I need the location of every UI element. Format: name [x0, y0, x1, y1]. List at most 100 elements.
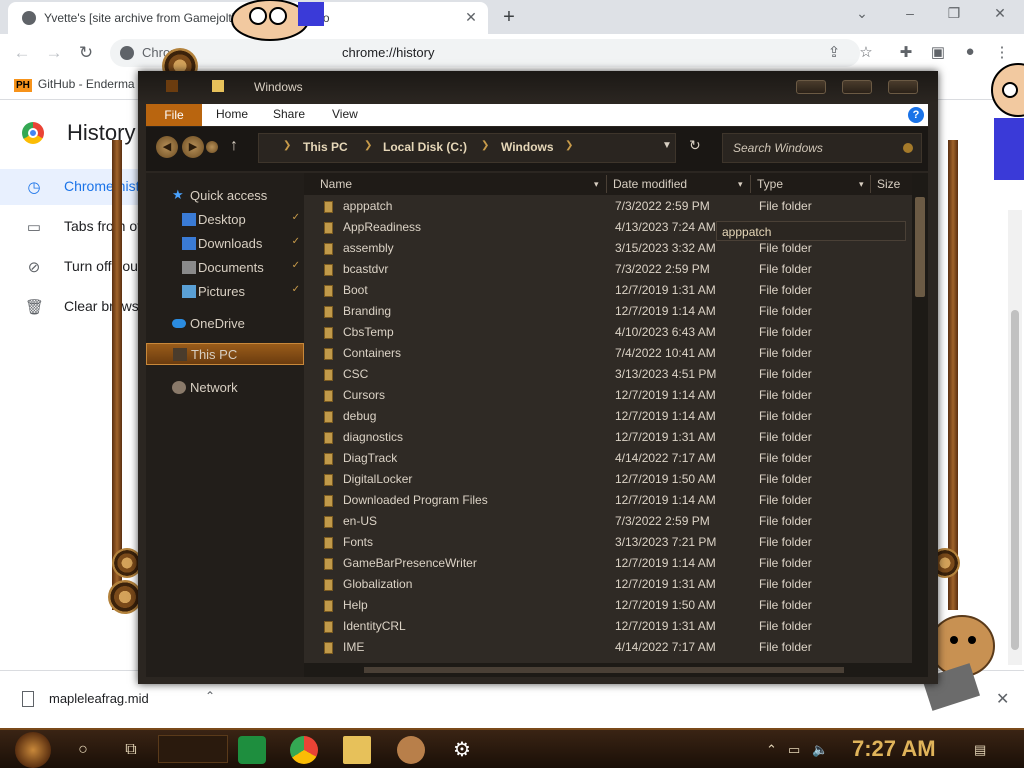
- share-icon[interactable]: ⇪: [824, 43, 844, 61]
- tab-share[interactable]: Share: [273, 107, 305, 121]
- file-row[interactable]: IME 4/14/2022 7:17 AM File folder: [304, 637, 912, 658]
- column-name-filter-icon[interactable]: ▾: [594, 179, 599, 190]
- file-explorer-icon[interactable]: [343, 736, 371, 764]
- refresh-icon[interactable]: ↻: [689, 137, 701, 154]
- tab-home[interactable]: Home: [216, 107, 248, 121]
- chevron-icon[interactable]: ⌃: [766, 742, 777, 758]
- file-row[interactable]: diagnostics 12/7/2019 1:31 AM File folder: [304, 427, 912, 448]
- up-button[interactable]: ↑: [230, 137, 238, 155]
- sidepanel-icon[interactable]: ▣: [928, 43, 948, 61]
- file-row[interactable]: CSC 3/13/2023 4:51 PM File folder: [304, 364, 912, 385]
- start-button[interactable]: [15, 732, 51, 768]
- chrome-icon[interactable]: [290, 736, 318, 764]
- nav-downloads[interactable]: Downloads ✓: [146, 233, 304, 255]
- reload-button[interactable]: ↻: [74, 42, 98, 64]
- network-icon[interactable]: ▭: [788, 742, 800, 758]
- nav-documents[interactable]: Documents ✓: [146, 257, 304, 279]
- file-row[interactable]: Fonts 3/13/2023 7:21 PM File folder: [304, 532, 912, 553]
- file-row[interactable]: en-US 7/3/2022 2:59 PM File folder: [304, 511, 912, 532]
- file-row[interactable]: assembly 3/15/2023 3:32 AM File folder: [304, 238, 912, 259]
- column-size[interactable]: Size: [877, 177, 900, 191]
- column-type-filter-icon[interactable]: ▾: [859, 179, 864, 190]
- nav-desktop[interactable]: Desktop ✓: [146, 209, 304, 231]
- taskbar-clock[interactable]: 7:27 AM: [852, 736, 936, 762]
- file-row[interactable]: debug 12/7/2019 1:14 AM File folder: [304, 406, 912, 427]
- file-row[interactable]: DigitalLocker 12/7/2019 1:50 AM File folde…: [304, 469, 912, 490]
- minimize-button[interactable]: –: [898, 5, 922, 21]
- close-window-button[interactable]: ✕: [988, 5, 1012, 22]
- column-divider[interactable]: [870, 175, 871, 193]
- back-button[interactable]: ◀: [156, 136, 178, 158]
- column-name[interactable]: Name: [320, 177, 352, 191]
- back-button[interactable]: ←: [10, 42, 34, 64]
- file-row[interactable]: bcastdvr 7/3/2022 2:59 PM File folder: [304, 259, 912, 280]
- column-type[interactable]: Type: [757, 177, 783, 191]
- page-scrollbar[interactable]: [1008, 210, 1022, 665]
- new-tab-button[interactable]: +: [498, 6, 520, 28]
- search-icon[interactable]: [903, 143, 913, 153]
- breadcrumb-local-disk[interactable]: Local Disk (C:): [383, 140, 467, 154]
- nav-this-pc[interactable]: This PC: [146, 343, 304, 365]
- address-history-dropdown-icon[interactable]: ▼: [662, 140, 672, 151]
- recent-locations-icon[interactable]: [206, 141, 218, 153]
- tab-search-icon[interactable]: ⌄: [850, 5, 874, 22]
- file-row[interactable]: Help 12/7/2019 1:50 AM File folder: [304, 595, 912, 616]
- scrollbar-thumb[interactable]: [915, 197, 925, 297]
- explorer-titlebar[interactable]: Windows: [138, 71, 938, 103]
- volume-muted-icon[interactable]: 🔈: [812, 742, 828, 758]
- extensions-icon[interactable]: ✚: [896, 43, 916, 61]
- file-row[interactable]: Containers 7/4/2022 10:41 AM File folder: [304, 343, 912, 364]
- nav-onedrive[interactable]: OneDrive: [146, 313, 304, 335]
- forward-button[interactable]: ▶: [182, 136, 204, 158]
- breadcrumb[interactable]: ❯ This PC ❯ Local Disk (C:) ❯ Windows ❯: [258, 133, 676, 163]
- task-view-icon[interactable]: ⧉: [118, 738, 144, 762]
- cortana-icon[interactable]: ○: [70, 738, 96, 762]
- star-icon[interactable]: ☆: [856, 43, 876, 61]
- file-row[interactable]: DiagTrack 4/14/2022 7:17 AM File folder: [304, 448, 912, 469]
- tab-close-icon[interactable]: ✕: [462, 8, 480, 26]
- quick-access-toolbar-icon[interactable]: [166, 80, 178, 92]
- column-date-modified[interactable]: Date modified: [613, 177, 687, 191]
- file-row[interactable]: Cursors 12/7/2019 1:14 AM File folder: [304, 385, 912, 406]
- file-row[interactable]: GameBarPresenceWriter 12/7/2019 1:14 AM Fi…: [304, 553, 912, 574]
- maximize-button[interactable]: [842, 80, 872, 94]
- nav-network[interactable]: Network: [146, 377, 304, 399]
- taskbar-search-box[interactable]: [158, 735, 228, 763]
- column-date-filter-icon[interactable]: ▾: [738, 179, 743, 190]
- file-list-vertical-scrollbar[interactable]: [912, 173, 928, 677]
- help-icon[interactable]: ?: [908, 107, 924, 123]
- nav-quick-access[interactable]: ★ Quick access: [146, 185, 304, 207]
- breadcrumb-windows[interactable]: Windows: [501, 140, 554, 154]
- pet-app-icon[interactable]: [397, 736, 425, 764]
- column-divider[interactable]: [606, 175, 607, 193]
- profile-icon[interactable]: ●: [960, 43, 980, 60]
- bookmark-github[interactable]: PH GitHub - Enderma: [14, 77, 135, 92]
- column-divider[interactable]: [750, 175, 751, 193]
- download-options-icon[interactable]: ⌃: [205, 689, 215, 703]
- file-row[interactable]: IdentityCRL 12/7/2019 1:31 AM File folder: [304, 616, 912, 637]
- file-row[interactable]: Globalization 12/7/2019 1:31 AM File folde…: [304, 574, 912, 595]
- file-row[interactable]: Boot 12/7/2019 1:31 AM File folder: [304, 280, 912, 301]
- nav-pictures[interactable]: Pictures ✓: [146, 281, 304, 303]
- breadcrumb-this-pc[interactable]: This PC: [303, 140, 348, 154]
- sheets-icon[interactable]: [238, 736, 266, 764]
- scrollbar-thumb[interactable]: [364, 667, 844, 673]
- forward-button[interactable]: →: [42, 42, 66, 64]
- notification-icon[interactable]: ▤: [974, 742, 986, 758]
- settings-icon[interactable]: ⚙: [449, 738, 475, 762]
- file-row[interactable]: Downloaded Program Files 12/7/2019 1:14 A…: [304, 490, 912, 511]
- download-filename[interactable]: mapleleafrag.mid: [49, 691, 149, 706]
- search-input[interactable]: Search Windows: [722, 133, 922, 163]
- restore-button[interactable]: ❐: [942, 5, 966, 22]
- close-window-button[interactable]: [888, 80, 918, 94]
- site-info-icon[interactable]: [120, 46, 134, 60]
- file-list-horizontal-scrollbar[interactable]: [304, 663, 912, 677]
- page-scrollbar-thumb[interactable]: [1011, 310, 1019, 650]
- tab-view[interactable]: View: [332, 107, 358, 121]
- tab-file[interactable]: File: [146, 104, 202, 126]
- file-row[interactable]: CbsTemp 4/10/2023 6:43 AM File folder: [304, 322, 912, 343]
- file-row[interactable]: apppatch 7/3/2022 2:59 PM File folder: [304, 196, 912, 217]
- file-row[interactable]: Branding 12/7/2019 1:14 AM File folder: [304, 301, 912, 322]
- menu-icon[interactable]: ⋮: [992, 43, 1012, 61]
- minimize-button[interactable]: [796, 80, 826, 94]
